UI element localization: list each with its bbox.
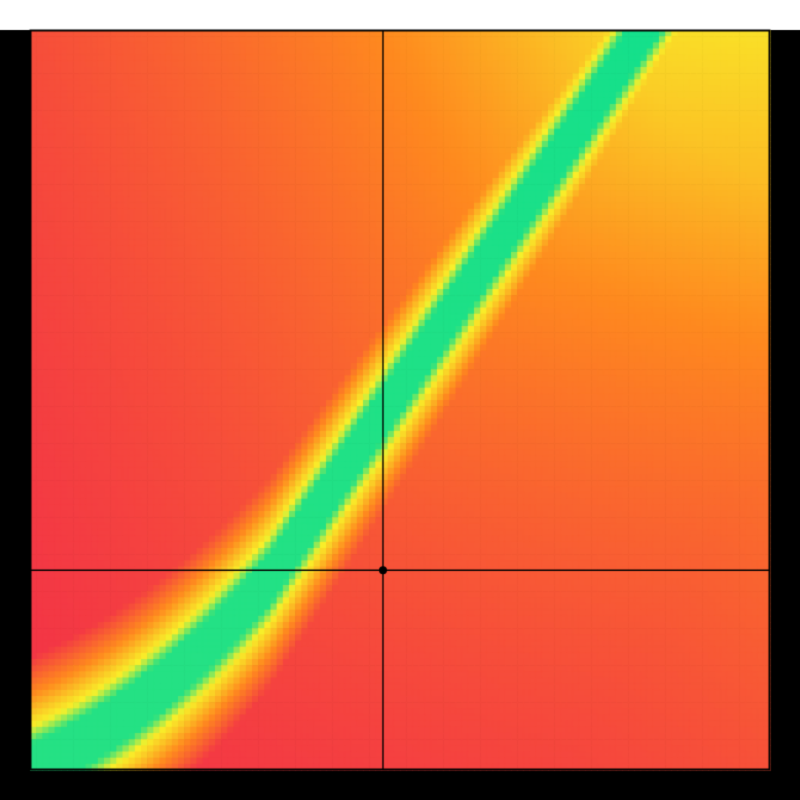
heatmap-canvas (0, 0, 800, 800)
chart-container: TheBottleneck.com (0, 0, 800, 800)
